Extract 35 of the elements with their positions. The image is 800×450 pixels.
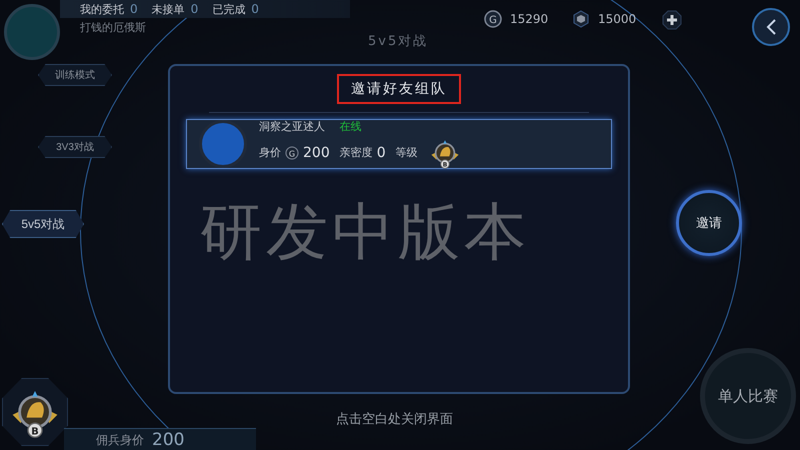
stat-value: 0: [190, 2, 198, 16]
player-name: 打钱的厄俄斯: [80, 20, 146, 35]
friend-avatar: [199, 120, 247, 168]
stat-label: 未接单: [152, 2, 185, 16]
mercenary-value: 200: [152, 430, 184, 450]
intimacy-label: 亲密度: [340, 145, 373, 160]
mode-title: 5v5对战: [368, 33, 428, 50]
dev-version-text: 研发中版本: [200, 194, 530, 270]
friend-name: 洞察之亚述人: [259, 118, 326, 134]
mode-tab[interactable]: 3V3对战: [38, 136, 112, 158]
coin-icon: G: [285, 146, 299, 160]
invite-button[interactable]: 邀请: [676, 190, 742, 256]
intimacy-value: 0: [376, 144, 386, 160]
dialog-title: 邀请好友组队: [337, 74, 461, 104]
mode-tab[interactable]: 5v5对战: [2, 210, 84, 238]
add-icon[interactable]: [662, 10, 682, 30]
coin-icon: G: [484, 10, 502, 28]
cube-icon: [572, 10, 590, 28]
stat-label: 我的委托: [80, 2, 124, 16]
price-label: 身价: [259, 145, 281, 160]
mercenary-label: 佣兵身价: [96, 432, 144, 448]
mode-tab[interactable]: 训练模式: [38, 64, 112, 86]
close-hint: 点击空白处关闭界面: [336, 411, 453, 428]
stat-value: 0: [251, 2, 259, 16]
back-button[interactable]: [752, 8, 790, 46]
online-status: 在线: [340, 118, 363, 134]
currency-amount: 15290: [510, 12, 548, 26]
stat-label: 已完成: [212, 2, 246, 16]
currency-amount: 15000: [598, 12, 636, 26]
rank-label: 等级: [396, 145, 418, 160]
rank-panel[interactable]: B: [2, 378, 68, 446]
price-value: 200: [303, 144, 330, 160]
stat-value: 0: [130, 2, 138, 16]
solo-match-button[interactable]: 单人比赛: [700, 348, 796, 444]
chevron-left-icon: [765, 18, 777, 36]
